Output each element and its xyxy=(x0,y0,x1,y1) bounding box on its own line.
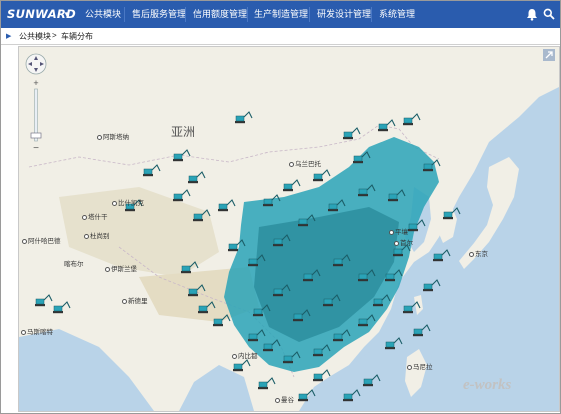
expand-map-icon[interactable] xyxy=(543,49,555,61)
zoom-slider-handle[interactable] xyxy=(30,132,42,139)
place-label: 杜尚别 xyxy=(84,230,110,240)
bell-icon[interactable] xyxy=(526,8,538,21)
watermark-logo: e-works xyxy=(463,377,512,393)
zoom-out-icon[interactable]: − xyxy=(33,143,39,154)
place-label: 平壤 xyxy=(389,226,408,236)
nav-item-manufacturing[interactable]: 生产制造管理 xyxy=(254,1,308,28)
south-china-sea xyxy=(349,352,384,397)
zoom-in-icon[interactable]: + xyxy=(33,78,38,88)
breadcrumb-separator: > xyxy=(52,31,57,40)
nav-item-common-module[interactable]: 公共模块 xyxy=(85,1,121,28)
nav-item-credit-limit[interactable]: 信用额度管理 xyxy=(193,1,247,28)
place-label: 乌兰巴托 xyxy=(289,158,321,168)
top-nav-bar: SUNWARD ▼ 公共模块 售后服务管理 信用额度管理 生产制造管理 研发设计… xyxy=(1,1,560,28)
sidebar-toggle-icon[interactable]: ▶ xyxy=(6,32,11,40)
excavator-icon[interactable] xyxy=(413,324,431,337)
place-label: 喀布尔 xyxy=(64,261,84,268)
app-window: SUNWARD ▼ 公共模块 售后服务管理 信用额度管理 生产制造管理 研发设计… xyxy=(0,0,561,414)
place-label: 新德里 xyxy=(122,295,148,305)
nav-divider xyxy=(371,7,372,22)
place-label: 阿什哈巴德 xyxy=(22,235,61,245)
place-label: 伊斯兰堡 xyxy=(105,263,137,273)
chevron-down-icon[interactable]: ▼ xyxy=(63,10,71,19)
nav-divider xyxy=(309,7,310,22)
nav-divider xyxy=(185,7,186,22)
nav-item-rd-design[interactable]: 研发设计管理 xyxy=(317,1,371,28)
excavator-icon[interactable] xyxy=(385,337,403,350)
place-label: 阿斯塔纳 xyxy=(97,131,129,141)
place-label: 马斯喀特 xyxy=(21,326,53,336)
continent-label: 亚洲 xyxy=(171,125,196,139)
place-label: 马尼拉 xyxy=(407,361,433,371)
place-label: 比什凯克 xyxy=(112,197,144,207)
place-label: 内比都 xyxy=(232,350,258,360)
place-label: 首尔 xyxy=(394,237,413,247)
philippines-islands xyxy=(405,349,427,397)
breadcrumb-module[interactable]: 公共模块 xyxy=(19,31,51,42)
breadcrumb-current: 车辆分布 xyxy=(61,32,93,41)
place-label: 东京 xyxy=(469,248,488,258)
nav-divider xyxy=(247,7,248,22)
nav-item-system[interactable]: 系统管理 xyxy=(379,1,415,28)
place-label: 塔什干 xyxy=(82,211,108,221)
excavator-icon[interactable] xyxy=(423,279,441,292)
nav-item-after-sales[interactable]: 售后服务管理 xyxy=(132,1,186,28)
vehicle-distribution-map[interactable]: + − 亚洲 阿斯塔纳 乌兰巴托 塔什干 比什凯克 阿什哈巴德 杜尚别 喀布尔 … xyxy=(18,46,560,412)
nav-divider xyxy=(124,7,125,22)
map-canvas[interactable] xyxy=(19,47,559,411)
place-label: 曼谷 xyxy=(275,394,294,404)
search-icon[interactable] xyxy=(543,8,555,20)
map-zoom-control: + − xyxy=(25,53,47,154)
excavator-icon[interactable] xyxy=(343,389,361,402)
excavator-icon[interactable] xyxy=(433,249,451,262)
